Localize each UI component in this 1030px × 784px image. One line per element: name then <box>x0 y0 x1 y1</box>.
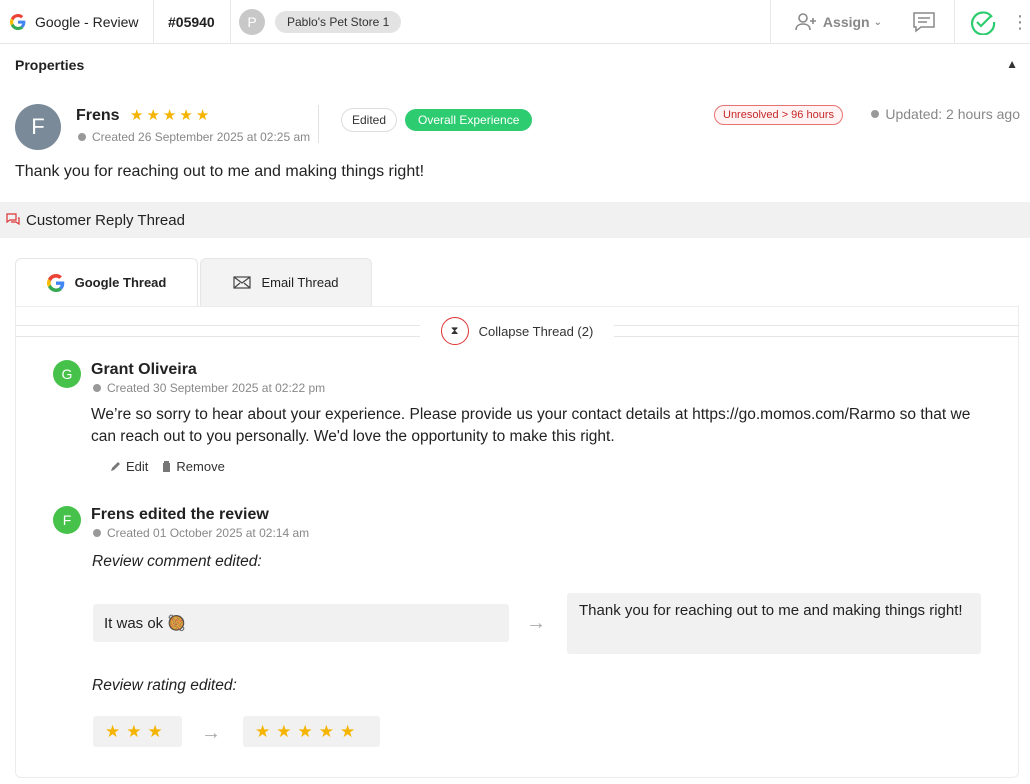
source-label-container: Google - Review <box>0 0 154 44</box>
clock-icon <box>93 529 101 537</box>
clock-icon <box>871 110 880 118</box>
comment-icon <box>913 12 935 33</box>
topbar-actions: Assign ⌄ ⋮ <box>769 0 1030 44</box>
star-icon: ★ <box>276 722 292 741</box>
star-icon: ★ <box>179 107 193 124</box>
store-chip[interactable]: Pablo's Pet Store 1 <box>275 10 402 33</box>
remove-label: Remove <box>176 459 225 474</box>
collapse-thread-label: Collapse Thread (2) <box>478 323 594 339</box>
star-icon: ★ <box>340 722 356 741</box>
edit-created: Created 01 October 2025 at 02:14 am <box>93 526 309 540</box>
google-icon <box>46 273 64 292</box>
more-vertical-icon[interactable]: ⋮ <box>1010 0 1030 44</box>
google-icon <box>10 13 26 30</box>
envelope-icon <box>233 276 252 289</box>
rating-edit-label: Review rating edited: <box>92 677 237 694</box>
tab-email-thread[interactable]: Email Thread <box>200 258 372 306</box>
edit-author-avatar: F <box>53 506 81 534</box>
status-badge: Unresolved > 96 hours <box>714 105 843 125</box>
collapse-thread-button[interactable]: ⧗ Collapse Thread (2) <box>420 316 614 346</box>
star-icon: ★ <box>318 722 334 741</box>
edited-chip: Edited <box>341 108 398 132</box>
tab-email-thread-label: Email Thread <box>261 275 339 290</box>
chevron-up-icon[interactable]: ▲ <box>1006 57 1018 71</box>
star-icon: ★ <box>126 722 142 741</box>
updated-text: Updated: 2 hours ago <box>885 106 1020 122</box>
reply-text: We’re so sorry to hear about your experi… <box>91 406 971 445</box>
star-icon: ★ <box>162 107 177 124</box>
new-comment: Thank you for reaching out to me and mak… <box>567 593 981 654</box>
star-icon: ★ <box>255 722 271 741</box>
edit-label: Edit <box>126 459 149 474</box>
resolve-button[interactable] <box>954 0 1010 44</box>
comment-button[interactable] <box>894 0 954 44</box>
old-comment: It was ok 🥘 <box>93 604 509 642</box>
category-chip[interactable]: Overall Experience <box>405 109 533 131</box>
arrow-right-icon: → <box>201 722 221 744</box>
store-avatar: P <box>239 8 265 35</box>
customer-reply-thread-header: Customer Reply Thread <box>0 202 1030 238</box>
comment-edit-label: Review comment edited: <box>92 553 262 570</box>
store-info: P Pablo's Pet Store 1 <box>231 0 402 44</box>
star-icon: ★ <box>195 107 210 124</box>
chevron-down-icon: ⌄ <box>873 16 882 28</box>
reviewer-avatar: F <box>15 104 61 150</box>
assign-label: Assign <box>822 14 870 30</box>
check-circle-icon <box>970 11 995 35</box>
old-rating: ★ ★ ★ <box>93 716 182 747</box>
star-icon: ★ <box>130 107 144 124</box>
review-rating: ★ ★ ★ ★ ★ <box>130 108 209 123</box>
edit-created-text: Created 01 October 2025 at 02:14 am <box>107 526 310 540</box>
edit-button[interactable]: Edit <box>110 459 148 474</box>
divider <box>318 105 319 143</box>
arrow-right-icon: → <box>526 612 546 634</box>
reply-created: Created 30 September 2025 at 02:22 pm <box>93 381 325 395</box>
collapse-icon: ⧗ <box>440 317 469 345</box>
customer-reply-thread-title: Customer Reply Thread <box>26 211 185 229</box>
trash-icon <box>163 461 171 472</box>
reply-created-text: Created 30 September 2025 at 02:22 pm <box>107 381 326 395</box>
star-icon: ★ <box>297 722 313 741</box>
new-rating: ★ ★ ★ ★ ★ <box>243 716 380 747</box>
properties-title: Properties <box>15 57 85 73</box>
ticket-id: #05940 <box>154 0 231 44</box>
star-icon: ★ <box>105 722 121 741</box>
clock-icon <box>78 133 86 141</box>
updated-info: Updated: 2 hours ago <box>871 106 1020 122</box>
properties-header[interactable]: Properties ▲ <box>0 45 1030 85</box>
add-user-icon <box>795 13 816 31</box>
edit-event-title: Frens edited the review <box>91 506 269 523</box>
reply-author-avatar: G <box>53 360 81 388</box>
reviewer-name: Frens <box>76 107 120 124</box>
tab-google-thread[interactable]: Google Thread <box>15 258 198 306</box>
source-label: Google - Review <box>35 13 139 30</box>
top-bar: Google - Review #05940 P Pablo's Pet Sto… <box>0 0 1030 44</box>
star-icon: ★ <box>146 107 160 124</box>
reply-author-name: Grant Oliveira <box>91 361 197 378</box>
remove-button[interactable]: Remove <box>162 459 225 474</box>
review-created-text: Created 26 September 2025 at 02:25 am <box>92 130 311 144</box>
review-text: Thank you for reaching out to me and mak… <box>15 163 425 180</box>
chat-bubbles-icon <box>6 213 20 226</box>
review-created: Created 26 September 2025 at 02:25 am <box>78 130 310 144</box>
star-icon: ★ <box>147 722 163 741</box>
tab-google-thread-label: Google Thread <box>74 275 167 290</box>
pencil-icon <box>111 462 120 471</box>
clock-icon <box>93 384 101 392</box>
assign-button[interactable]: Assign ⌄ <box>769 0 894 44</box>
reply-actions: Edit Remove <box>110 459 225 474</box>
